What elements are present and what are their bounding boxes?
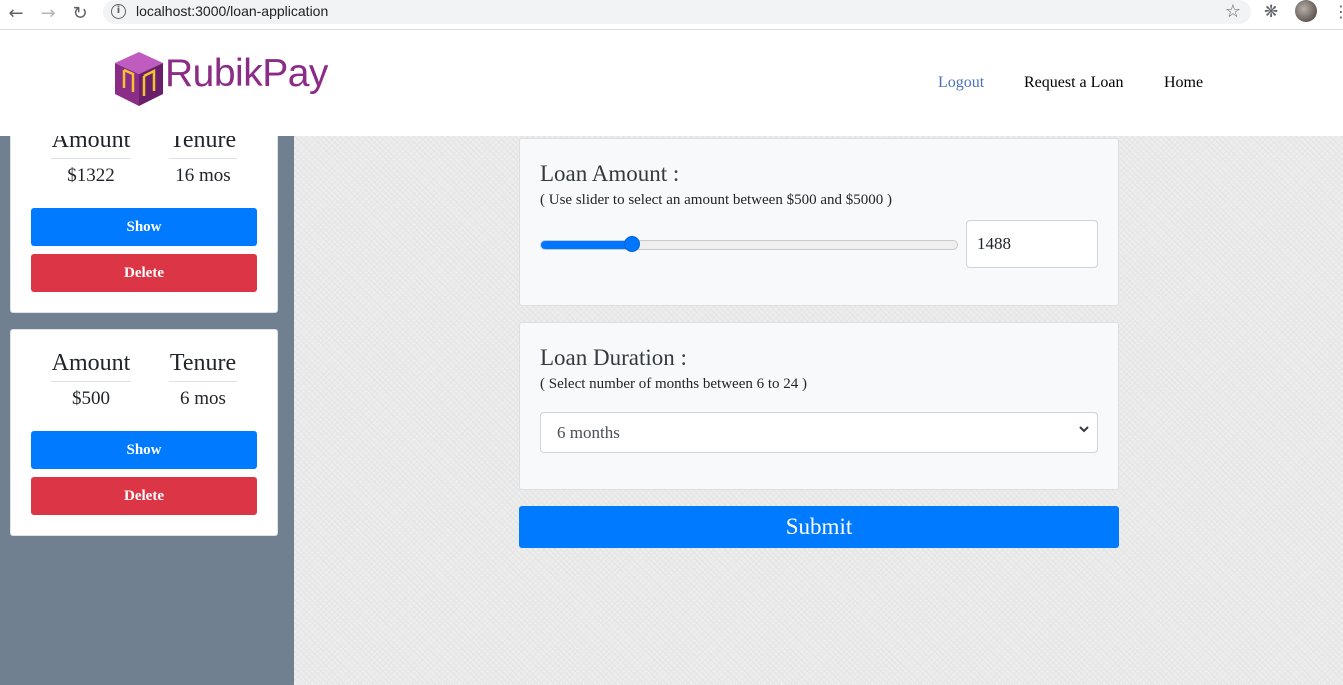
slider-fill xyxy=(541,241,633,249)
nav-request-loan-link[interactable]: Request a Loan xyxy=(1024,74,1124,92)
delete-button[interactable]: Delete xyxy=(31,254,257,292)
loan-duration-panel: Loan Duration : ( Select number of month… xyxy=(519,322,1119,490)
loan-history-sidebar[interactable]: Amount $1322 Tenure 16 mos Show Delete A… xyxy=(0,136,294,685)
loan-card: Amount $1322 Tenure 16 mos Show Delete xyxy=(10,136,278,313)
arrow-right-icon[interactable]: → xyxy=(37,3,59,25)
nav-logout-link[interactable]: Logout xyxy=(938,74,984,92)
loan-amount-input[interactable] xyxy=(966,220,1098,268)
more-vertical-icon[interactable]: ⋮ xyxy=(1333,2,1343,21)
loan-duration-title: Loan Duration : xyxy=(540,345,687,370)
loan-amount-slider[interactable] xyxy=(540,236,958,252)
loan-card: Amount $500 Tenure 6 mos Show Delete xyxy=(10,329,278,536)
tenure-column: Tenure 16 mos xyxy=(169,136,237,187)
tenure-heading: Tenure xyxy=(169,350,237,382)
puzzle-icon[interactable]: ❋ xyxy=(1264,2,1278,22)
loan-amount-panel: Loan Amount : ( Use slider to select an … xyxy=(519,138,1119,306)
amount-column: Amount $1322 xyxy=(51,136,131,187)
loan-amount-title: Loan Amount : xyxy=(540,161,680,186)
tenure-column: Tenure 6 mos xyxy=(169,350,237,410)
info-icon[interactable]: i xyxy=(111,4,126,19)
tenure-value: 6 mos xyxy=(180,388,226,409)
reload-icon[interactable]: ↻ xyxy=(69,3,91,25)
amount-value: $1322 xyxy=(67,165,115,186)
amount-value: $500 xyxy=(72,388,110,409)
show-button[interactable]: Show xyxy=(31,431,257,469)
show-button[interactable]: Show xyxy=(31,208,257,246)
arrow-left-icon[interactable]: ← xyxy=(5,3,27,25)
brand-logo[interactable]: RubikPay xyxy=(113,50,328,110)
nav-home-link[interactable]: Home xyxy=(1164,74,1203,92)
profile-avatar[interactable] xyxy=(1295,0,1317,22)
star-icon[interactable]: ☆ xyxy=(1225,0,1241,24)
url-text[interactable]: localhost:3000/loan-application xyxy=(136,3,328,19)
loan-duration-hint: ( Select number of months between 6 to 2… xyxy=(540,376,808,392)
slider-thumb[interactable] xyxy=(624,236,641,252)
tenure-heading: Tenure xyxy=(169,136,237,159)
amount-heading: Amount xyxy=(51,136,131,159)
tenure-value: 16 mos xyxy=(175,165,231,186)
selected-duration: 6 months xyxy=(557,423,620,442)
browser-toolbar: ← → ↻ i localhost:3000/loan-application … xyxy=(0,0,1343,30)
cube-logo-icon xyxy=(115,52,163,106)
loan-application-main: Loan Amount : ( Use slider to select an … xyxy=(294,136,1343,685)
amount-heading: Amount xyxy=(51,350,131,382)
loan-amount-hint: ( Use slider to select an amount between… xyxy=(540,192,892,208)
app-header: RubikPay Logout Request a Loan Home xyxy=(0,30,1343,136)
address-bar[interactable]: i localhost:3000/loan-application ☆ xyxy=(103,0,1251,24)
submit-button[interactable]: Submit xyxy=(519,506,1119,548)
brand-name: RubikPay xyxy=(165,52,328,95)
delete-button[interactable]: Delete xyxy=(31,477,257,515)
loan-duration-select[interactable]: 6 months xyxy=(540,412,1098,453)
chevron-down-icon xyxy=(1079,426,1089,433)
amount-column: Amount $500 xyxy=(51,350,131,410)
